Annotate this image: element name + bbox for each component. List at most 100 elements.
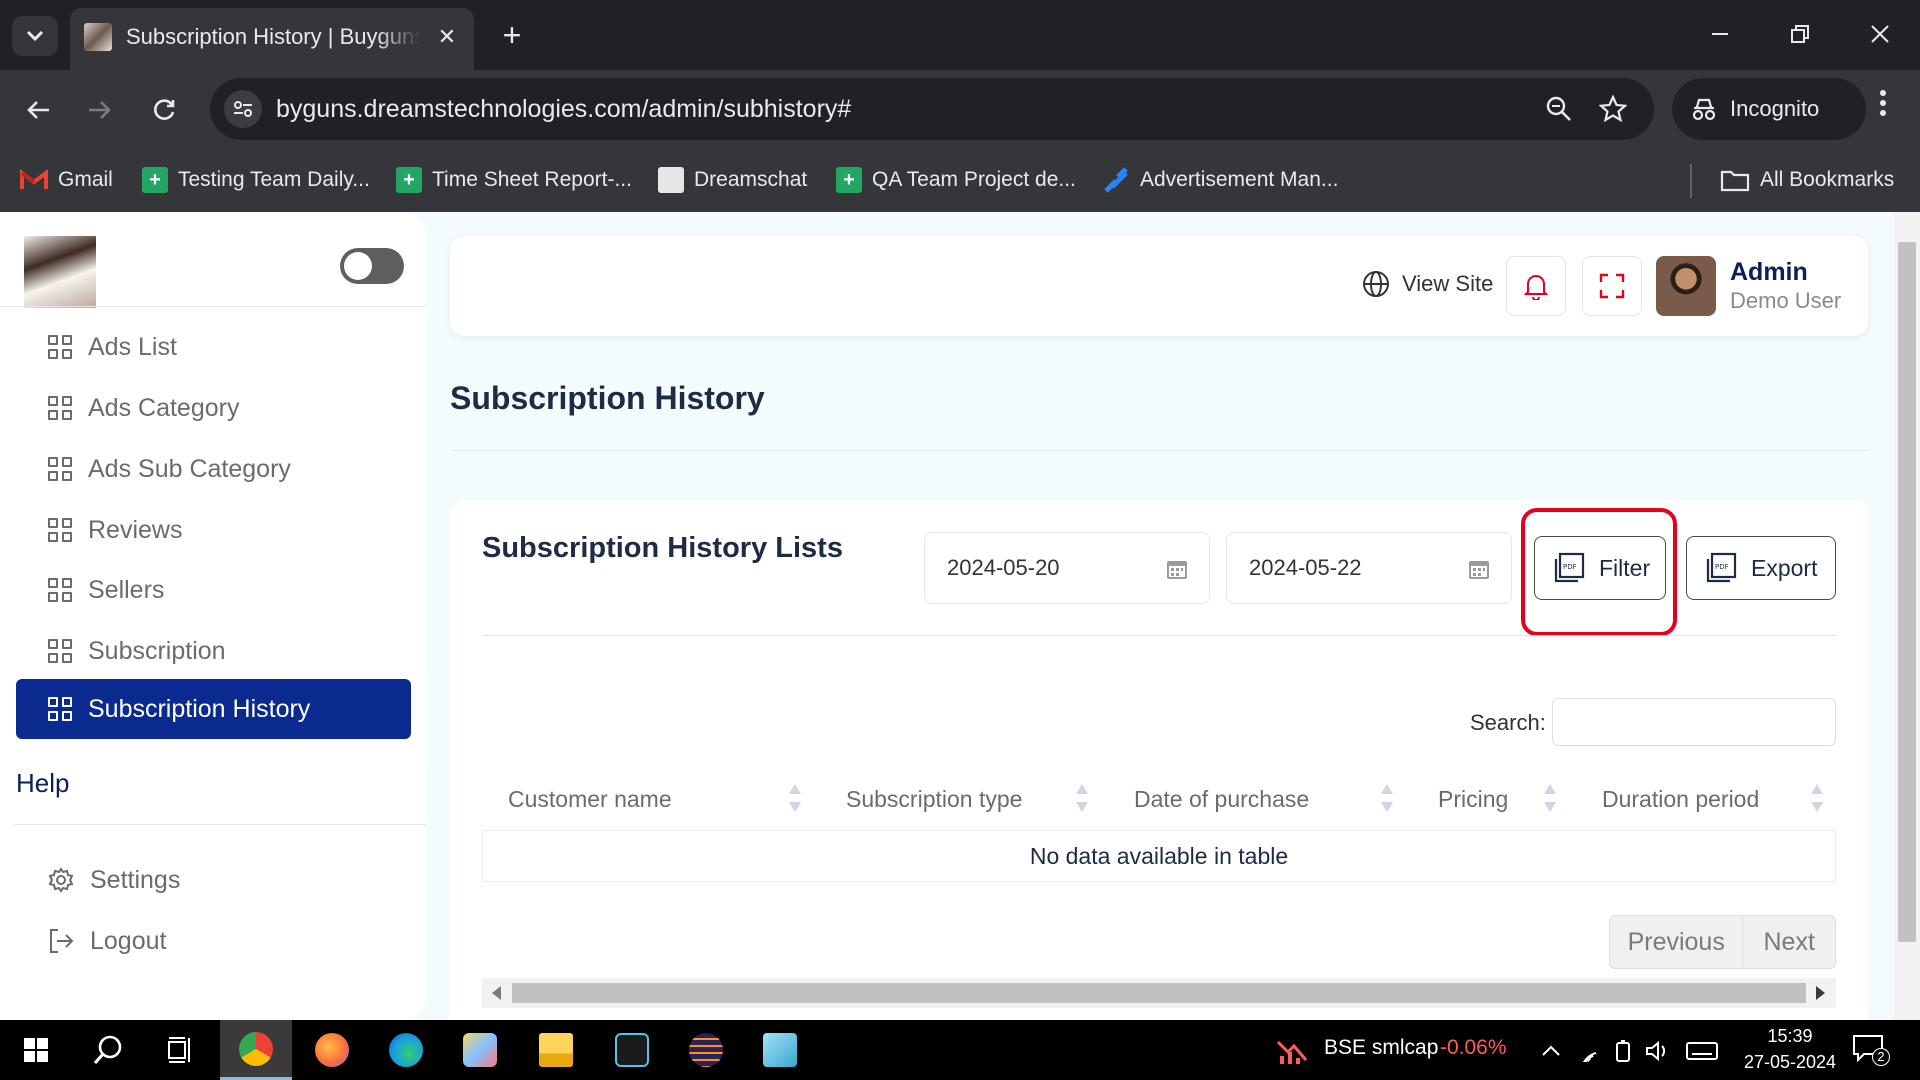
sidebar-item-reviews[interactable]: Reviews <box>16 500 411 560</box>
sort-icon[interactable] <box>1543 782 1557 816</box>
taskbar: BSE smlcap -0.06% 15:39 27-05-2024 2 <box>0 1020 1920 1080</box>
export-button[interactable]: PDF Export <box>1686 536 1836 600</box>
taskbar-file-explorer[interactable] <box>520 1020 592 1080</box>
sort-icon[interactable] <box>1810 782 1824 816</box>
date-from-input[interactable]: 2024-05-20 <box>924 532 1210 604</box>
tab-close-icon[interactable]: ✕ <box>432 22 462 52</box>
column-date-of-purchase[interactable]: Date of purchase <box>1134 770 1309 828</box>
date-to-input[interactable]: 2024-05-22 <box>1226 532 1512 604</box>
notifications-button[interactable] <box>1506 256 1566 316</box>
theme-toggle[interactable] <box>340 248 404 284</box>
bookmark-time-sheet[interactable]: + Time Sheet Report-... <box>396 160 632 200</box>
start-button[interactable] <box>0 1020 72 1080</box>
column-customer-name[interactable]: Customer name <box>508 770 672 828</box>
sidebar-item-label: Ads List <box>88 332 177 361</box>
browser-tab[interactable]: Subscription History | Buygunsgun ✕ <box>70 8 474 70</box>
back-button[interactable] <box>16 88 60 132</box>
top-header: View Site Admin Demo User <box>450 236 1868 336</box>
bookmark-star-icon[interactable] <box>1596 92 1630 126</box>
taskbar-eclipse[interactable] <box>670 1020 742 1080</box>
forward-button[interactable] <box>78 88 122 132</box>
bookmark-testing-team[interactable]: + Testing Team Daily... <box>142 160 370 200</box>
avatar[interactable] <box>1656 256 1716 316</box>
sort-icon[interactable] <box>1075 782 1089 816</box>
taskbar-search-button[interactable] <box>72 1020 144 1080</box>
taskbar-firefox[interactable] <box>296 1020 368 1080</box>
scroll-left-icon[interactable] <box>492 986 501 1000</box>
taskbar-app-snip[interactable] <box>596 1020 668 1080</box>
clock-time[interactable]: 15:39 <box>1760 1026 1820 1047</box>
bookmark-qa-team[interactable]: + QA Team Project de... <box>836 160 1076 200</box>
tab-search-button[interactable] <box>12 16 58 56</box>
sidebar-item-label: Subscription <box>88 636 226 665</box>
tray-overflow-icon[interactable] <box>1538 1038 1564 1064</box>
stock-change[interactable]: -0.06% <box>1440 1036 1507 1060</box>
task-view-button[interactable] <box>144 1020 216 1080</box>
sidebar-item-sellers[interactable]: Sellers <box>16 560 411 620</box>
horizontal-scroll-thumb[interactable] <box>512 983 1806 1003</box>
fullscreen-button[interactable] <box>1582 256 1642 316</box>
new-tab-button[interactable]: + <box>494 18 530 54</box>
notification-center-button[interactable]: 2 <box>1852 1034 1892 1068</box>
tune-icon <box>234 101 252 117</box>
browser-menu-button[interactable] <box>1868 88 1898 132</box>
tab-title: Subscription History | Buygunsgun <box>126 24 420 49</box>
taskbar-edge[interactable] <box>370 1020 442 1080</box>
calendar-icon[interactable] <box>1165 557 1189 581</box>
site-info-button[interactable] <box>224 90 262 128</box>
previous-page-button[interactable]: Previous <box>1610 916 1744 968</box>
bookmark-dreamschat[interactable]: Dreamschat <box>658 160 807 200</box>
column-pricing[interactable]: Pricing <box>1438 770 1508 828</box>
clock-date[interactable]: 27-05-2024 <box>1730 1052 1850 1073</box>
url-text[interactable]: byguns.dreamstechnologies.com/admin/subh… <box>276 92 851 126</box>
logo-image[interactable] <box>24 236 96 308</box>
wifi-icon[interactable] <box>1576 1038 1602 1064</box>
table-header: Customer name Subscription type Date of … <box>482 770 1836 828</box>
sidebar-item-settings[interactable]: Settings <box>16 850 411 910</box>
sidebar-item-ads-sub-category[interactable]: Ads Sub Category <box>16 439 411 499</box>
sidebar-item-subscription[interactable]: Subscription <box>16 621 411 681</box>
vertical-scrollbar[interactable] <box>1894 212 1920 1020</box>
column-label: Date of purchase <box>1134 785 1310 812</box>
sidebar-item-ads-category[interactable]: Ads Category <box>16 378 411 438</box>
bookmark-advertisement[interactable]: Advertisement Man... <box>1102 160 1338 200</box>
app-icon <box>615 1033 649 1067</box>
calendar-icon[interactable] <box>1467 557 1491 581</box>
sidebar-item-logout[interactable]: Logout <box>16 911 411 971</box>
sidebar-item-ads-list[interactable]: Ads List <box>16 317 411 377</box>
horizontal-scrollbar[interactable] <box>482 978 1836 1008</box>
search-input[interactable] <box>1552 698 1836 746</box>
restore-button[interactable] <box>1770 14 1830 54</box>
sidebar-item-subscription-history[interactable]: Subscription History <box>16 679 411 739</box>
stock-name[interactable]: BSE smlcap <box>1324 1036 1438 1060</box>
zoom-icon[interactable] <box>1542 92 1576 126</box>
close-window-button[interactable] <box>1850 14 1910 54</box>
vertical-scroll-thumb[interactable] <box>1898 242 1916 942</box>
reload-button[interactable] <box>142 88 186 132</box>
grid-icon <box>48 697 72 721</box>
notes-icon <box>763 1033 797 1067</box>
incognito-indicator[interactable]: Incognito <box>1672 78 1866 140</box>
search-icon <box>93 1035 122 1064</box>
column-subscription-type[interactable]: Subscription type <box>846 770 1022 828</box>
sort-icon[interactable] <box>788 782 802 816</box>
column-duration-period[interactable]: Duration period <box>1602 770 1759 828</box>
keyboard-icon[interactable] <box>1686 1038 1718 1064</box>
address-bar[interactable]: byguns.dreamstechnologies.com/admin/subh… <box>210 78 1654 140</box>
volume-icon[interactable] <box>1644 1038 1670 1064</box>
battery-icon[interactable] <box>1610 1038 1636 1064</box>
scroll-right-icon[interactable] <box>1816 986 1825 1000</box>
bookmarks-separator <box>1690 164 1692 198</box>
sort-icon[interactable] <box>1380 782 1394 816</box>
taskbar-paint[interactable] <box>444 1020 516 1080</box>
taskbar-notes[interactable] <box>744 1020 816 1080</box>
card-title: Subscription History Lists <box>482 532 843 564</box>
stock-chart-icon <box>1276 1040 1308 1064</box>
next-page-button[interactable]: Next <box>1743 916 1835 968</box>
minimize-button[interactable] <box>1690 14 1750 54</box>
all-bookmarks-button[interactable]: All Bookmarks <box>1720 160 1894 200</box>
incognito-label: Incognito <box>1730 96 1820 121</box>
taskbar-chrome[interactable] <box>220 1020 292 1080</box>
view-site-link[interactable]: View Site <box>1362 270 1493 298</box>
bookmark-gmail[interactable]: Gmail <box>20 160 113 200</box>
